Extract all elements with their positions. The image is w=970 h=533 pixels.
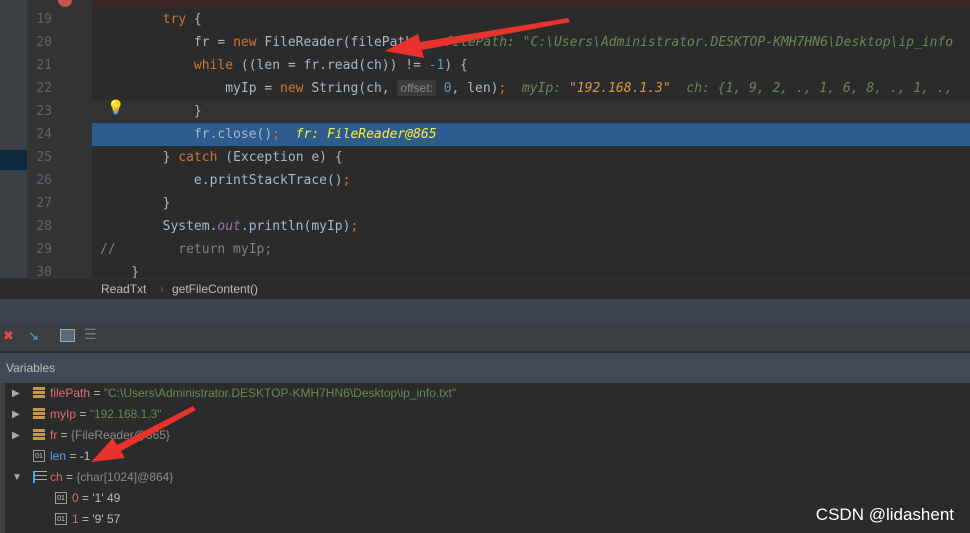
watermark: CSDN @lidashent [815, 505, 954, 524]
annotation-arrows [91, 18, 570, 462]
arrow-annotation-top [385, 18, 570, 58]
arrow-annotation-bottom [91, 406, 196, 462]
